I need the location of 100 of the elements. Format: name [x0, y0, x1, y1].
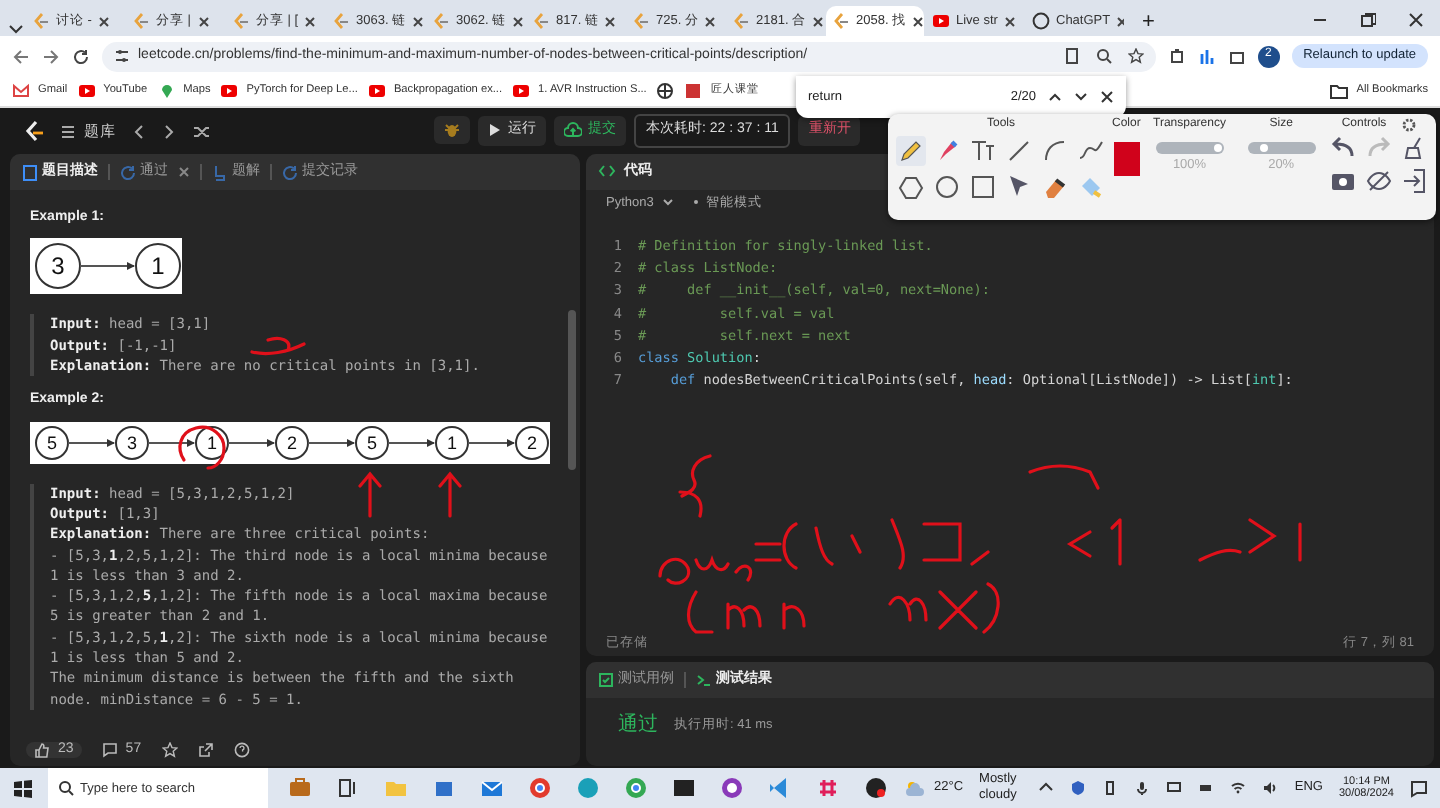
site-logo-icon — [732, 12, 750, 30]
history-icon — [120, 163, 136, 181]
video-icon — [367, 82, 386, 100]
site-logo-icon — [32, 12, 50, 30]
battery-icon[interactable] — [1198, 780, 1215, 796]
site-logo-icon — [232, 12, 250, 30]
close-icon[interactable] — [1408, 12, 1424, 28]
ink-scribble-drawing — [1198, 518, 1302, 562]
briefcase-icon[interactable] — [288, 776, 312, 800]
video-icon — [77, 82, 96, 100]
close-icon[interactable] — [304, 15, 317, 27]
mail-icon[interactable] — [480, 776, 504, 800]
linked-list-diagram: 5 3 1 2 5 1 2 — [30, 421, 550, 464]
reload-icon[interactable] — [72, 47, 90, 65]
scrollbar-thumb[interactable] — [568, 310, 576, 470]
star-icon[interactable] — [1127, 48, 1144, 64]
close-icon[interactable] — [704, 15, 717, 27]
ink-scribble-drawing — [438, 471, 462, 518]
folder-icon — [1330, 82, 1349, 100]
new-tab-button[interactable]: + — [1126, 8, 1171, 36]
site-logo-icon — [432, 12, 450, 30]
cloud-sun-icon — [904, 779, 926, 797]
checkbox-icon — [598, 671, 614, 688]
circle-app-icon[interactable] — [864, 776, 888, 800]
site-logo-icon — [332, 12, 350, 30]
forward-arrow-icon[interactable] — [42, 47, 60, 65]
slider-track[interactable] — [1247, 142, 1316, 155]
ink-scribble-drawing — [1066, 518, 1122, 566]
zoom-icon[interactable] — [1095, 48, 1112, 64]
close-icon[interactable] — [1100, 90, 1114, 104]
marker-icon — [934, 138, 960, 165]
slider-thumb[interactable] — [1260, 144, 1269, 153]
drawing-tool-button[interactable] — [968, 172, 998, 203]
windows-logo-icon[interactable] — [14, 779, 32, 797]
close-icon[interactable] — [197, 15, 209, 27]
chevron-left-icon[interactable] — [132, 123, 146, 139]
close-icon[interactable] — [912, 15, 924, 27]
close-icon[interactable] — [97, 15, 110, 27]
microphone-icon[interactable] — [1134, 780, 1151, 796]
task-view-icon[interactable] — [336, 776, 360, 800]
settings-icon[interactable] — [1402, 118, 1417, 133]
chevron-up-icon[interactable] — [1048, 90, 1062, 104]
chevron-down-icon[interactable] — [8, 20, 24, 36]
polygon-icon — [898, 174, 924, 201]
help-icon[interactable] — [233, 742, 250, 758]
close-icon[interactable] — [604, 15, 617, 27]
close-icon[interactable] — [412, 15, 424, 27]
camera-icon[interactable] — [1330, 168, 1356, 195]
close-icon[interactable] — [1003, 15, 1016, 27]
document-icon[interactable] — [1063, 48, 1080, 64]
star-icon[interactable] — [161, 742, 178, 758]
map-pin-icon — [157, 82, 176, 100]
eye-slash-icon[interactable] — [1366, 168, 1392, 195]
shuffle-icon[interactable] — [192, 123, 210, 139]
arc-icon — [1042, 138, 1068, 165]
video-icon — [512, 82, 531, 100]
square-icon — [970, 174, 996, 201]
result-status: 通过 — [618, 714, 658, 738]
speaker-icon[interactable] — [1262, 780, 1279, 796]
code-icon — [598, 164, 616, 179]
chart-extension-icon[interactable] — [1197, 47, 1216, 65]
drawing-tool-button[interactable] — [932, 172, 962, 203]
restore-icon[interactable] — [1360, 12, 1376, 28]
globe-icon[interactable] — [656, 82, 675, 100]
video-icon — [932, 12, 950, 30]
back-arrow-icon[interactable] — [12, 47, 30, 65]
share-icon[interactable] — [197, 742, 214, 758]
close-icon[interactable] — [512, 15, 524, 27]
chrome-logo-icon[interactable] — [624, 776, 648, 800]
terminal-icon[interactable] — [672, 776, 696, 800]
debug-button[interactable] — [434, 116, 470, 145]
site-logo-icon — [832, 12, 850, 30]
color-swatch[interactable] — [1113, 142, 1140, 177]
ink-scribble-drawing — [358, 471, 382, 518]
dot-icon — [693, 200, 698, 205]
chevron-right-icon[interactable] — [162, 123, 176, 139]
chrome-logo-icon[interactable] — [528, 776, 552, 800]
line-icon — [1006, 138, 1032, 165]
wifi-icon[interactable] — [1230, 780, 1247, 796]
cursor-arrow-icon — [1006, 174, 1032, 201]
curve-icon — [1078, 138, 1104, 165]
site-logo-icon — [632, 12, 650, 30]
exit-icon[interactable] — [1402, 168, 1428, 195]
slider-track[interactable] — [1155, 142, 1224, 155]
drawing-tool-button[interactable] — [896, 172, 926, 203]
chevron-down-icon[interactable] — [1074, 90, 1088, 104]
site-logo-icon — [132, 12, 150, 30]
shield-icon[interactable] — [1070, 780, 1087, 796]
eraser-icon — [1042, 174, 1068, 201]
code-editor-icon[interactable] — [768, 776, 792, 800]
close-icon[interactable] — [812, 15, 824, 27]
site-logo-icon — [684, 82, 703, 100]
display-icon[interactable] — [1166, 780, 1183, 796]
cloud-upload-icon — [564, 122, 582, 139]
video-icon — [220, 82, 239, 100]
drawing-tool-button[interactable] — [896, 136, 926, 167]
site-settings-icon[interactable] — [114, 48, 130, 64]
chevron-up-icon[interactable] — [1038, 780, 1055, 796]
notification-icon[interactable] — [1410, 779, 1428, 797]
slider-thumb[interactable] — [1213, 144, 1222, 153]
